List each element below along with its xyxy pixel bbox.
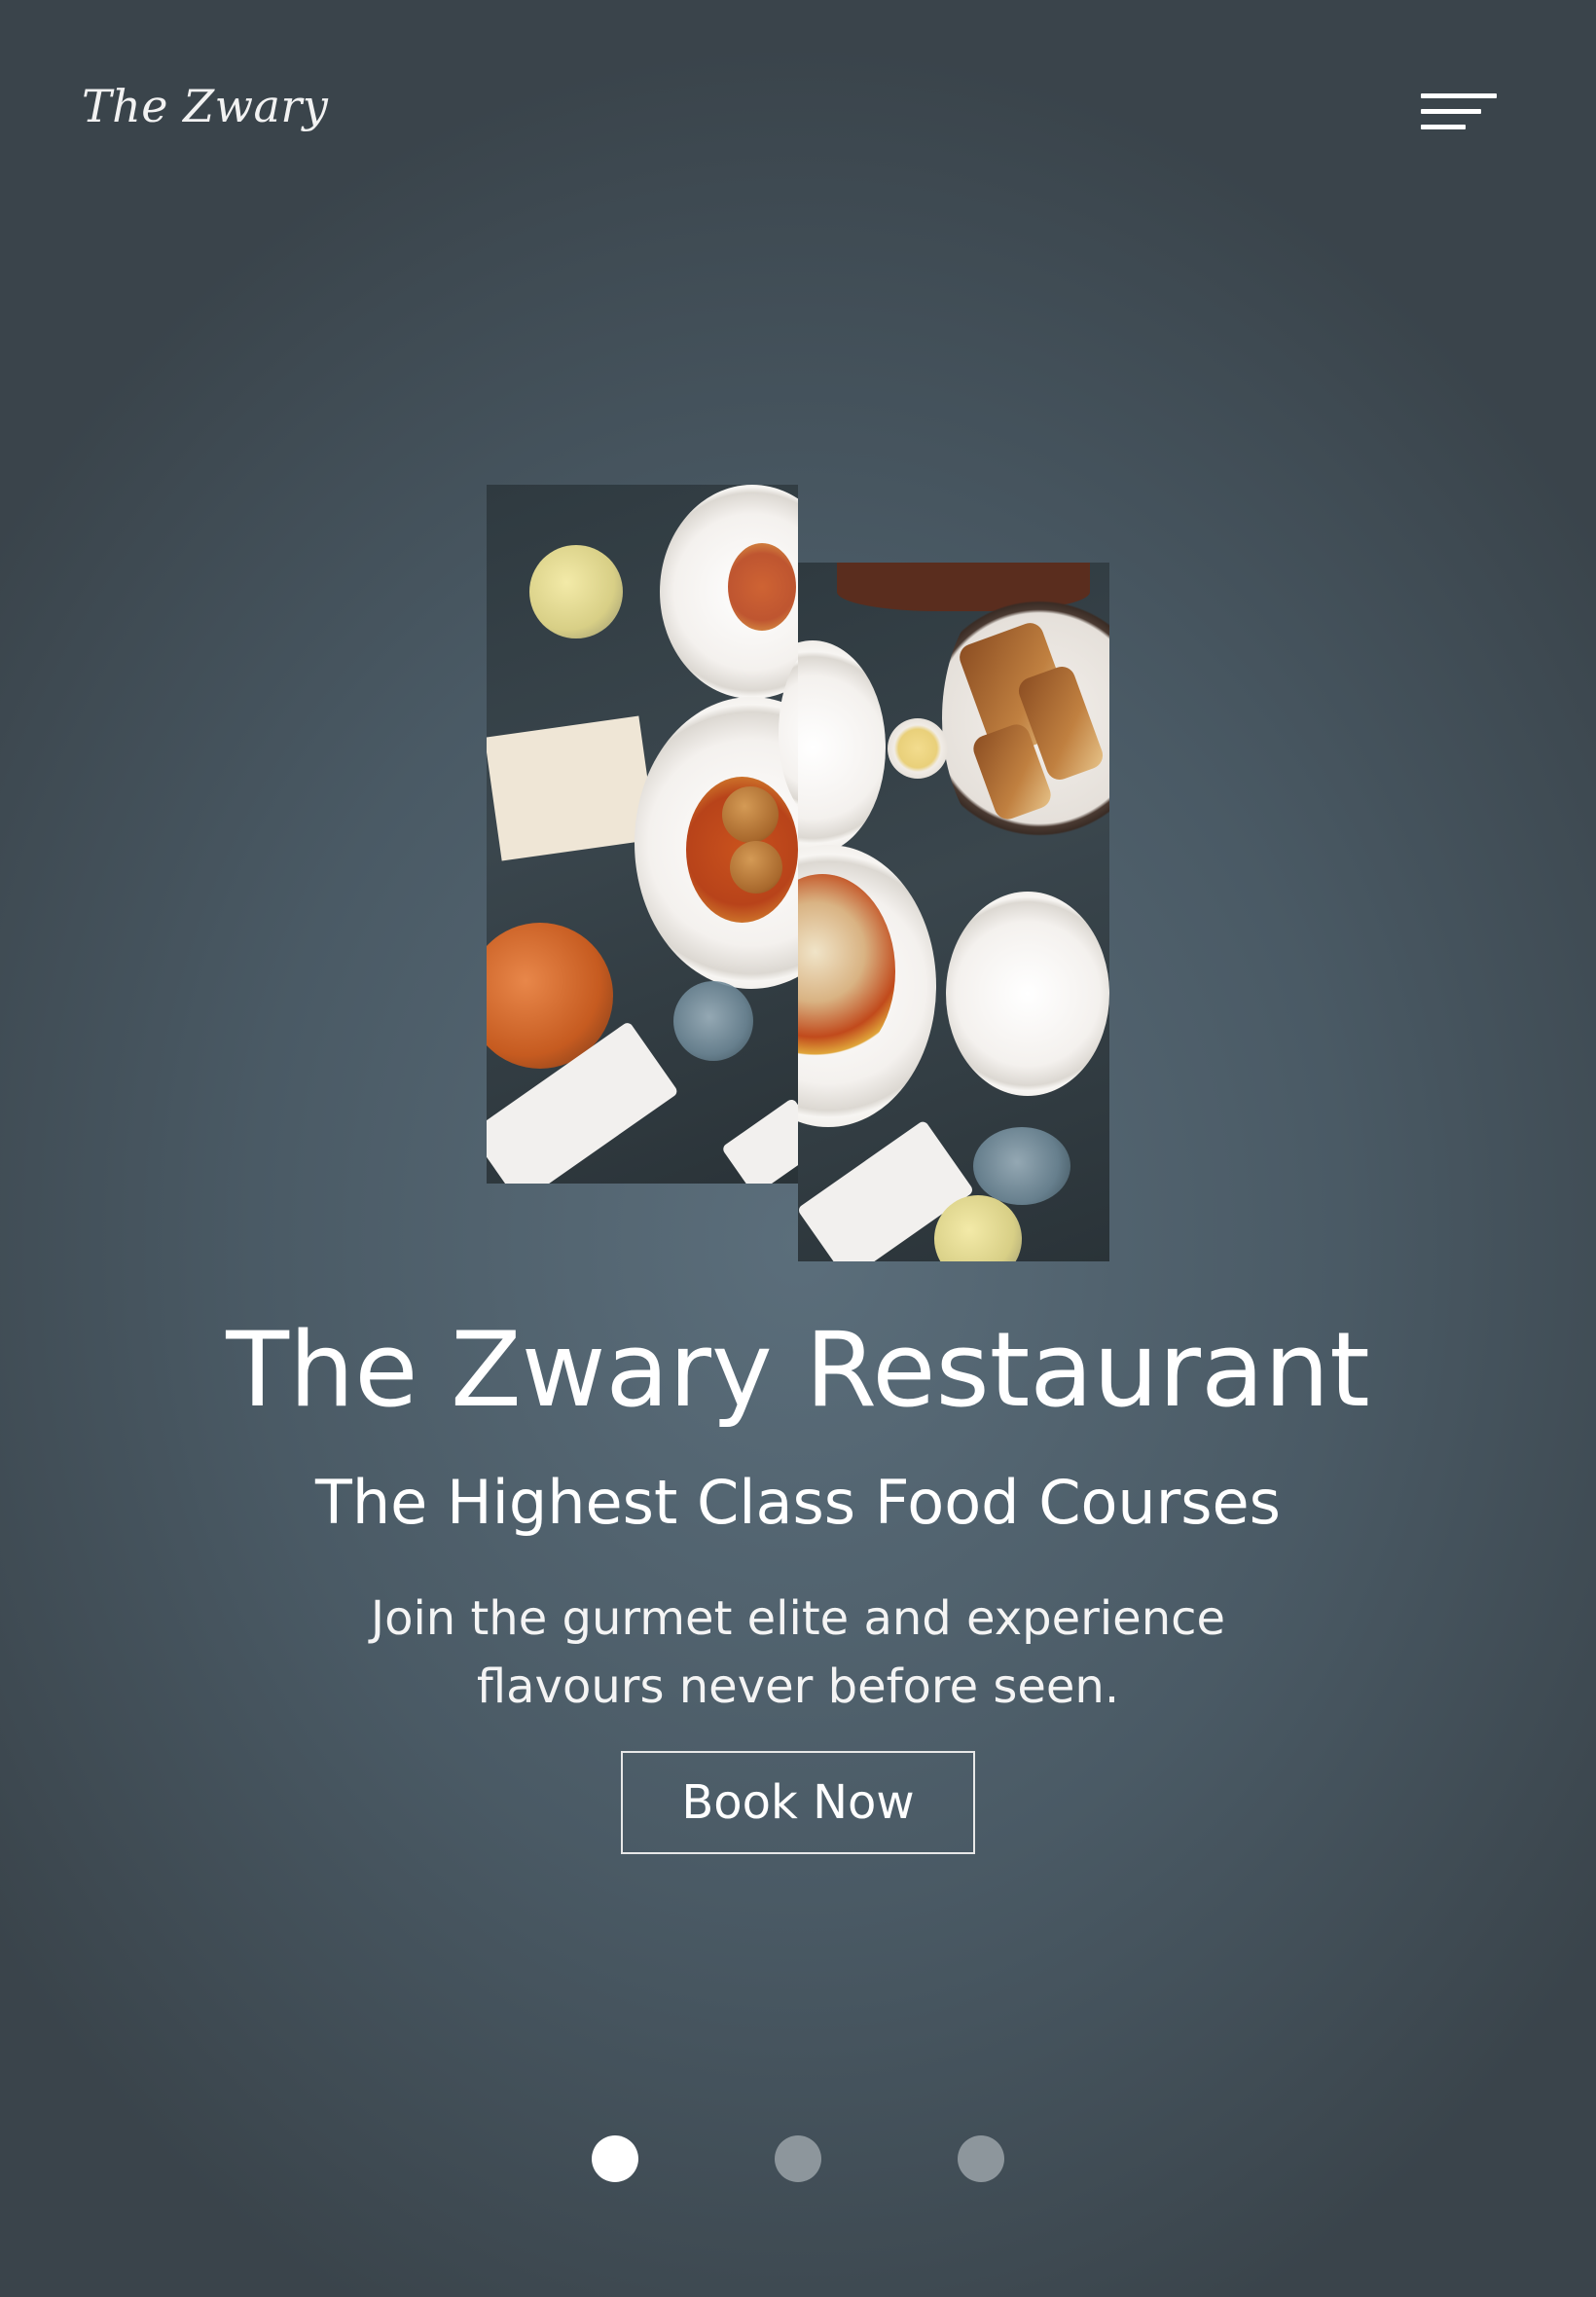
carousel-pagination <box>0 2135 1596 2184</box>
carousel-dot-3[interactable] <box>958 2135 1004 2182</box>
hero-description-line-1: Join the gurmet elite and experience <box>370 1591 1226 1646</box>
hero-description-line-2: flavours never before seen. <box>476 1659 1120 1714</box>
hamburger-menu-icon[interactable] <box>1413 90 1501 140</box>
carousel-dot-1[interactable] <box>592 2135 638 2182</box>
hero-description: Join the gurmet elite and experience fla… <box>311 1585 1285 1721</box>
hero-subtitle: The Highest Class Food Courses <box>315 1467 1281 1538</box>
carousel-dot-2[interactable] <box>775 2135 821 2182</box>
hero-title: The Zwary Restaurant <box>226 1310 1370 1430</box>
brand-logo[interactable]: The Zwary <box>82 80 328 132</box>
food-photo-right <box>798 563 1109 1261</box>
book-now-button[interactable]: Book Now <box>621 1751 975 1854</box>
food-photo-left <box>487 485 798 1184</box>
